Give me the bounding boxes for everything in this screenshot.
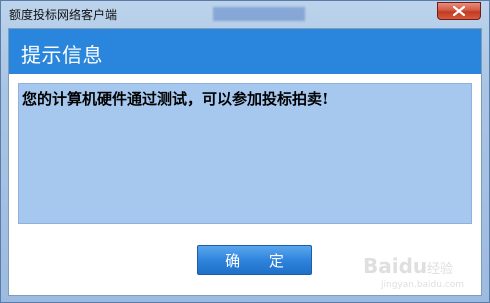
message-text: 您的计算机硬件通过测试，可以参加投标拍卖! bbox=[22, 90, 329, 108]
window-title: 额度投标网络客户端 bbox=[9, 8, 118, 22]
background-window-ghost bbox=[213, 7, 305, 21]
dialog-header-title: 提示信息 bbox=[21, 43, 103, 67]
message-box: 您的计算机硬件通过测试，可以参加投标拍卖! bbox=[18, 83, 472, 224]
dialog-window: 额度投标网络客户端 提示信息 您的计算机硬件通过测试，可以参加投标拍卖! 确 定… bbox=[0, 0, 490, 303]
baidu-watermark: Baidu 经验 jingyan.baidu.com bbox=[363, 254, 483, 294]
close-button[interactable] bbox=[437, 2, 481, 20]
ok-button[interactable]: 确 定 bbox=[197, 245, 312, 275]
title-bar[interactable]: 额度投标网络客户端 bbox=[1, 1, 489, 25]
watermark-url: jingyan.baidu.com bbox=[381, 280, 465, 290]
watermark-logo: Baidu bbox=[363, 254, 428, 278]
close-icon bbox=[453, 6, 465, 16]
dialog-header: 提示信息 bbox=[9, 29, 481, 74]
watermark-subtitle: 经验 bbox=[427, 262, 454, 277]
